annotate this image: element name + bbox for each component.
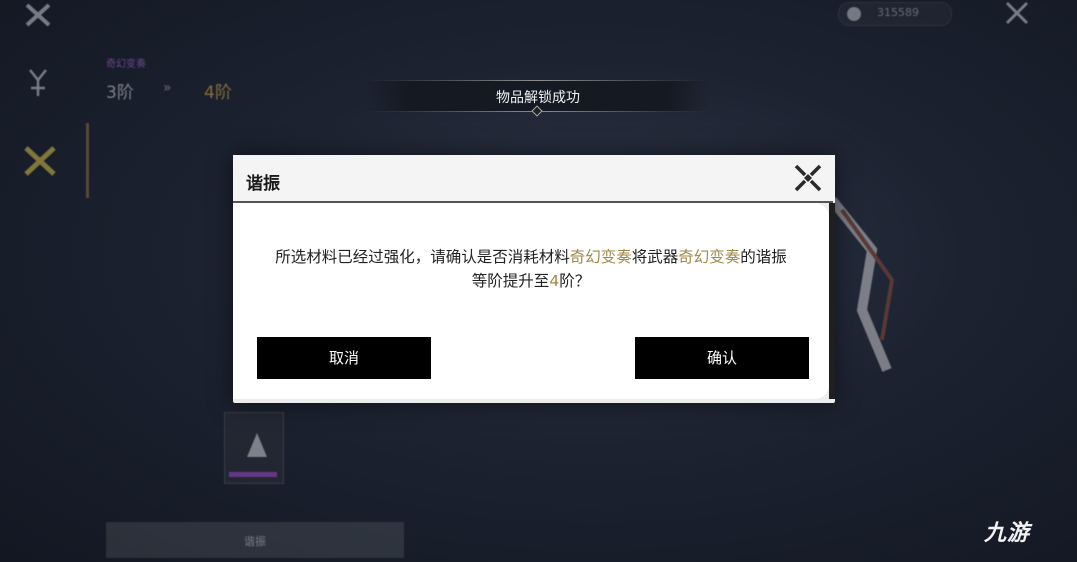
message-text: 阶？ bbox=[559, 272, 591, 290]
toast-text: 物品解锁成功 bbox=[496, 90, 580, 106]
level-arrow: » bbox=[163, 80, 172, 96]
close-x-icon[interactable] bbox=[24, 2, 52, 28]
close-icon[interactable] bbox=[792, 162, 824, 194]
watermark-logo: 九游 bbox=[984, 515, 1030, 547]
resonance-dialog: 谐振 所选材料已经过强化，请确认是否消耗材料奇幻变奏将武器奇幻变奏的谐振 等阶提… bbox=[233, 155, 835, 403]
material-card[interactable] bbox=[224, 412, 284, 484]
message-text: 等阶提升至 bbox=[471, 272, 550, 290]
star-x-icon[interactable] bbox=[1003, 0, 1031, 26]
unlock-toast: 物品解锁成功 bbox=[367, 80, 709, 117]
toast-top-line bbox=[367, 80, 709, 81]
cancel-button[interactable]: 取消 bbox=[257, 337, 431, 379]
weapon-name: 奇幻变奏 bbox=[678, 248, 741, 266]
currency-value: 315589 bbox=[877, 6, 919, 19]
material-name: 奇幻变奏 bbox=[569, 248, 632, 266]
message-text: 将武器 bbox=[631, 248, 679, 266]
toast-diamond-icon bbox=[531, 105, 543, 117]
coin-icon bbox=[847, 7, 861, 21]
resonance-button-label: 谐振 bbox=[244, 535, 266, 548]
message-text: 的谐振 bbox=[740, 248, 787, 266]
level-from: 3阶 bbox=[106, 83, 134, 103]
desc-accent-bar bbox=[86, 123, 89, 198]
currency-display: 315589 bbox=[838, 2, 952, 26]
rarity-bar bbox=[229, 472, 277, 477]
weapon-thumbnail-icon bbox=[247, 433, 267, 457]
game-screen: { "background": { "top_right_currency": … bbox=[0, 0, 1077, 562]
item-name: 奇幻变奏 bbox=[106, 59, 146, 70]
message-text: 所选材料已经过强化，请确认是否消耗材料 bbox=[275, 248, 570, 266]
watermark-text: 九游 bbox=[984, 521, 1031, 546]
confirm-button[interactable]: 确认 bbox=[635, 337, 809, 379]
level-to: 4阶 bbox=[204, 83, 232, 103]
dialog-title: 谐振 bbox=[246, 174, 280, 194]
resonance-tab-icon[interactable] bbox=[22, 145, 58, 177]
resonance-button[interactable]: 谐振 bbox=[106, 522, 404, 558]
dialog-edge bbox=[829, 203, 835, 399]
dialog-header: 谐振 bbox=[233, 155, 835, 202]
confirm-message: 所选材料已经过强化，请确认是否消耗材料奇幻变奏将武器奇幻变奏的谐振 等阶提升至4… bbox=[243, 245, 819, 293]
target-level: 4 bbox=[549, 272, 560, 290]
weapon-tab-icon[interactable] bbox=[26, 68, 50, 98]
